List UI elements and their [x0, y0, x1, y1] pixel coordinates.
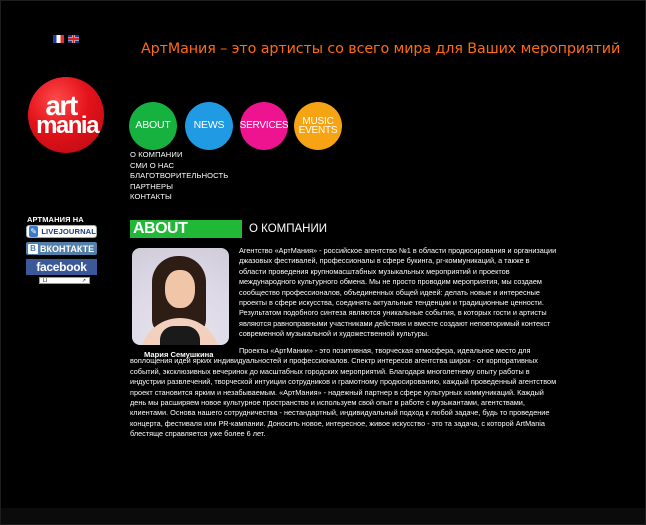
language-switcher: [53, 35, 79, 43]
artmania-logo[interactable]: art mania: [28, 77, 104, 153]
flag-fr-icon[interactable]: [53, 35, 64, 43]
director-photo: [132, 248, 229, 345]
flag-en-icon[interactable]: [68, 35, 79, 43]
submenu-item-charity[interactable]: БЛАГОТВОРИТЕЛЬНОСТЬ: [130, 171, 228, 182]
logo-line2: mania: [36, 111, 99, 139]
livejournal-icon: ✎: [29, 226, 39, 237]
social-title: АРТМАНИЯ НА: [27, 215, 84, 224]
about-section-badge: ABOUT: [130, 220, 242, 238]
nav-music-events-button[interactable]: MUSIC EVENTS: [294, 102, 342, 150]
about-paragraph-1: Агентство «АртМания» - российское агентс…: [239, 246, 557, 339]
livejournal-button[interactable]: ✎ LIVEJOURNAL: [26, 225, 97, 238]
counter-left: LI: [43, 277, 48, 284]
nav-news-button[interactable]: NEWS: [185, 102, 233, 150]
submenu-item-contacts[interactable]: КОНТАКТЫ: [130, 192, 228, 203]
counter-arrow-icon: ↗: [81, 277, 86, 284]
vkontakte-label: ВКОНТАКТЕ: [40, 243, 95, 254]
facebook-button[interactable]: facebook: [26, 259, 97, 275]
submenu-item-press[interactable]: СМИ О НАС: [130, 161, 228, 172]
vkontakte-button[interactable]: В ВКОНТАКТЕ: [26, 242, 97, 255]
livejournal-label: LIVEJOURNAL: [41, 227, 96, 236]
about-submenu: О КОМПАНИИ СМИ О НАС БЛАГОТВОРИТЕЛЬНОСТЬ…: [130, 150, 228, 203]
section-title: О КОМПАНИИ: [249, 223, 328, 235]
submenu-item-partners[interactable]: ПАРТНЕРЫ: [130, 182, 228, 193]
facebook-label: facebook: [36, 260, 87, 274]
vkontakte-icon: В: [28, 243, 38, 254]
about-paragraph-2: Проекты «АртМании» - это позитивная, тво…: [130, 346, 557, 439]
visitor-counter[interactable]: LI ↗: [39, 277, 90, 284]
nav-services-button[interactable]: SERVICES: [240, 102, 289, 150]
footer-strip: [1, 508, 645, 524]
submenu-item-company[interactable]: О КОМПАНИИ: [130, 150, 228, 161]
nav-about-button[interactable]: ABOUT: [129, 102, 177, 150]
tagline: АртМания – это артисты со всего мира для…: [141, 41, 621, 57]
